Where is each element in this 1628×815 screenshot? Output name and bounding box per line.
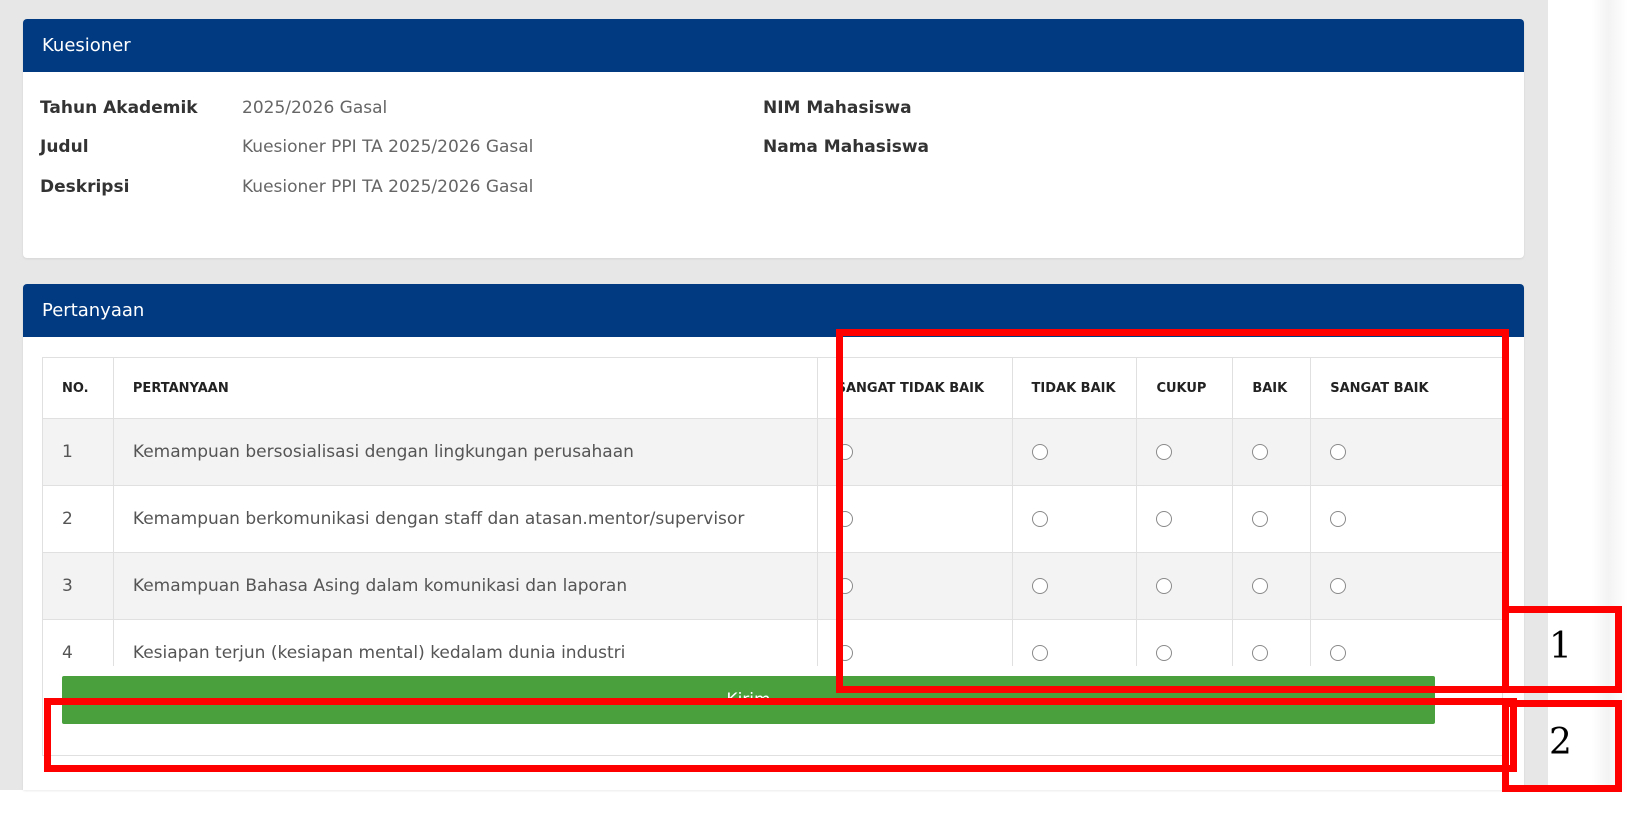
judul-label: Judul xyxy=(40,137,89,157)
col-header-pertanyaan: PERTANYAAN xyxy=(112,357,818,419)
tahun-akademik-label: Tahun Akademik xyxy=(40,98,198,118)
tahun-akademik-value: 2025/2026 Gasal xyxy=(242,98,388,118)
kuesioner-card-title: Kuesioner xyxy=(23,19,1524,72)
annotation-box-2 xyxy=(44,698,1517,772)
nama-mahasiswa-label: Nama Mahasiswa xyxy=(763,137,930,157)
row-number: 2 xyxy=(42,485,114,553)
nim-mahasiswa-label: NIM Mahasiswa xyxy=(763,98,912,118)
annotation-number-1: 1 xyxy=(1549,626,1572,667)
deskripsi-value: Kuesioner PPI TA 2025/2026 Gasal xyxy=(242,177,534,197)
question-text: Kemampuan bersosialisasi dengan lingkung… xyxy=(112,418,818,486)
row-number: 3 xyxy=(42,552,114,620)
col-header-no: NO. xyxy=(42,357,114,419)
row-number: 1 xyxy=(42,418,114,486)
deskripsi-label: Deskripsi xyxy=(40,177,130,197)
kuesioner-card: Kuesioner Tahun Akademik 2025/2026 Gasal… xyxy=(23,19,1524,258)
annotation-number-2: 2 xyxy=(1549,722,1572,763)
question-text: Kemampuan Bahasa Asing dalam komunikasi … xyxy=(112,552,818,620)
annotation-box-1 xyxy=(836,329,1509,693)
judul-value: Kuesioner PPI TA 2025/2026 Gasal xyxy=(242,137,534,157)
question-text: Kemampuan berkomunikasi dengan staff dan… xyxy=(112,485,818,553)
